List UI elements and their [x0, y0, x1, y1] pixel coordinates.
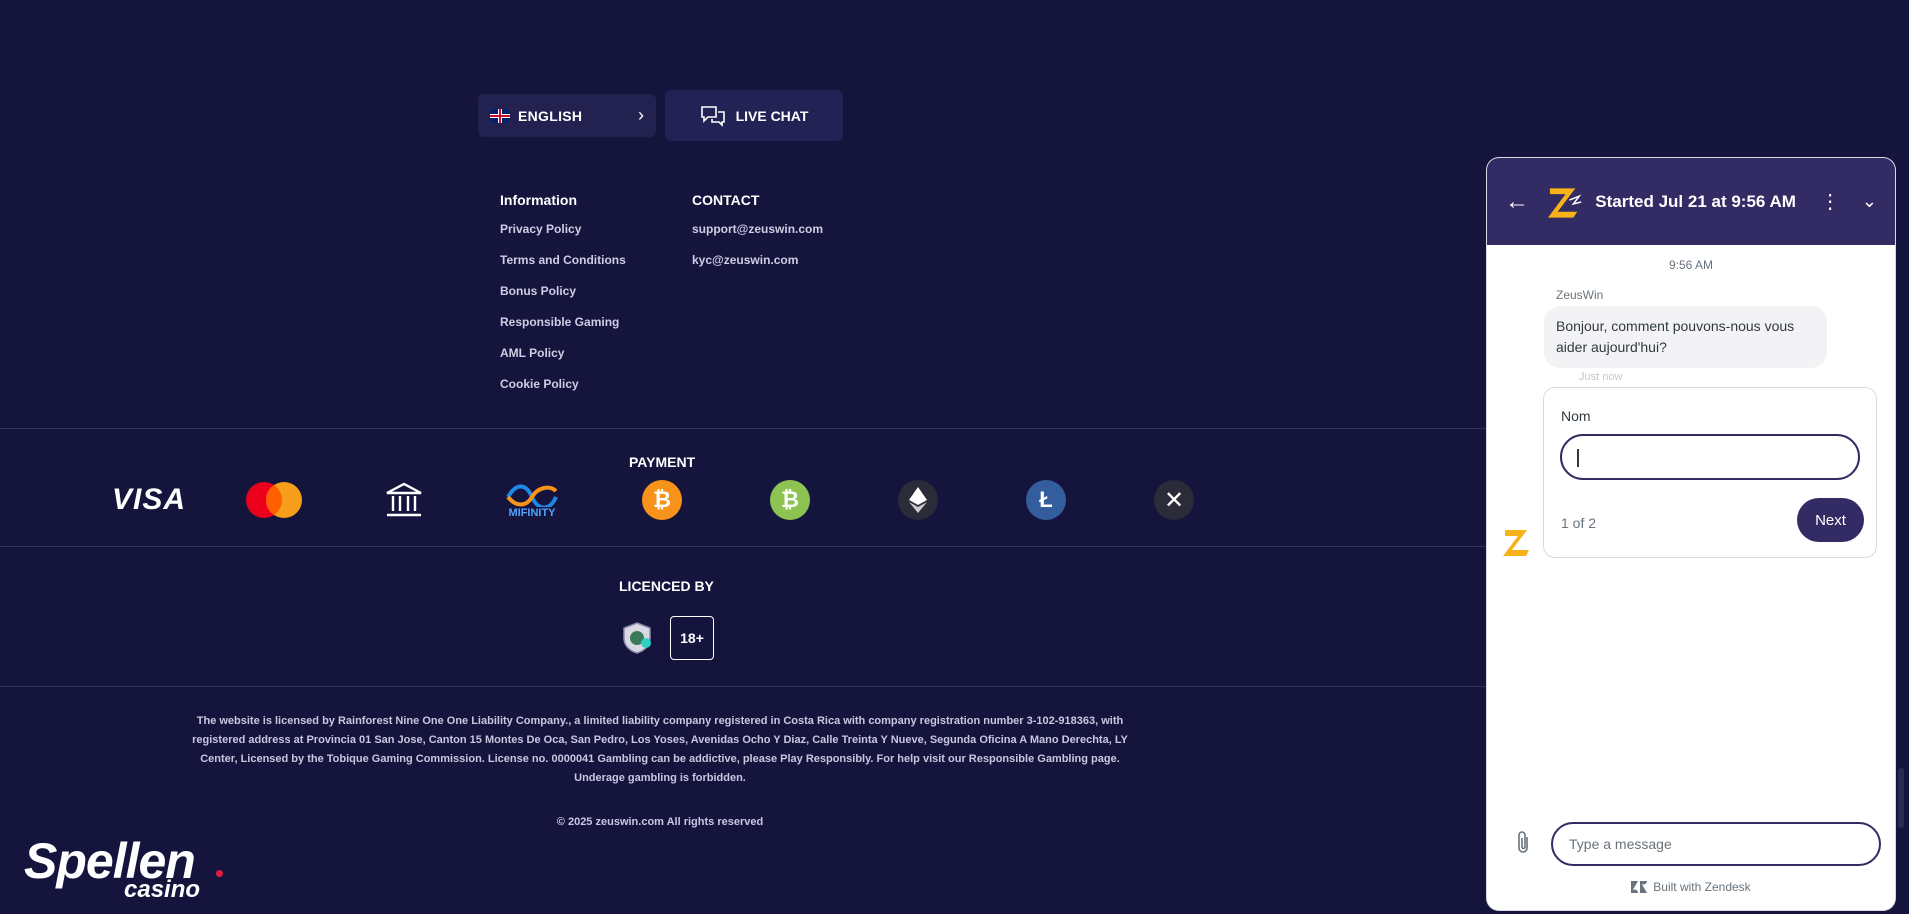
mastercard-logo [242, 478, 306, 522]
spellen-casino-logo: Spellen casino [24, 832, 234, 903]
message-age: Just now [1579, 371, 1623, 383]
bonus-policy-link[interactable]: Bonus Policy [500, 284, 626, 315]
payment-heading: PAYMENT [629, 454, 696, 470]
zendesk-icon [1631, 881, 1648, 893]
legal-disclaimer: The website is licensed by Rainforest Ni… [192, 715, 1128, 784]
paperclip-icon[interactable] [1513, 830, 1533, 856]
payment-methods: VISA MIFINITY ₿ ₿ Ł ✕ [100, 478, 1210, 522]
footer-page: ENGLISH › LIVE CHAT Information Privacy … [0, 0, 1909, 914]
privacy-policy-link[interactable]: Privacy Policy [500, 222, 626, 253]
text-caret [1577, 449, 1579, 467]
kyc-email-link[interactable]: kyc@zeuswin.com [692, 253, 823, 284]
zeuswin-logo-icon [1548, 187, 1582, 218]
next-button[interactable]: Next [1797, 498, 1864, 542]
chevron-right-icon: › [638, 105, 644, 125]
contact-heading: CONTACT [692, 192, 760, 208]
more-options-icon[interactable]: ⋮ [1818, 189, 1841, 214]
contact-column: CONTACT support@zeuswin.com kyc@zeuswin.… [692, 192, 823, 284]
ripple-logo: ✕ [1152, 478, 1196, 522]
mifinity-logo: MIFINITY [500, 478, 564, 522]
chat-title: Started Jul 21 at 9:56 AM [1595, 191, 1796, 211]
age-restriction-badge: 18+ [670, 616, 714, 660]
support-email-link[interactable]: support@zeuswin.com [692, 222, 823, 253]
language-label: ENGLISH [518, 107, 583, 124]
bitcoin-logo: ₿ [640, 478, 684, 522]
chat-bubbles-icon [700, 105, 725, 127]
back-arrow-icon[interactable]: ← [1505, 188, 1538, 216]
message-sender: ZeusWin [1556, 288, 1604, 302]
chat-header: ← Started Jul 21 at 9:56 AM ⋮ ⌄ [1487, 158, 1895, 245]
agent-avatar-icon [1503, 530, 1529, 556]
uk-flag-icon [490, 108, 510, 123]
logo-dot-icon [216, 870, 223, 877]
agent-message-bubble: Bonjour, comment pouvons-nous vous aider… [1544, 306, 1827, 368]
divider [0, 546, 1500, 547]
cookie-policy-link[interactable]: Cookie Policy [500, 377, 626, 408]
logo-sub-text: casino [124, 876, 201, 903]
message-input[interactable] [1551, 822, 1881, 866]
live-chat-button[interactable]: LIVE CHAT [665, 90, 843, 141]
page-scrollbar[interactable] [1898, 768, 1904, 828]
bitcoin-cash-logo: ₿ [768, 478, 812, 522]
information-column: Information Privacy Policy Terms and Con… [500, 192, 626, 408]
litecoin-logo: Ł [1024, 478, 1068, 522]
zendesk-attribution[interactable]: Built with Zendesk [1487, 880, 1895, 894]
information-heading: Information [500, 192, 577, 208]
aml-policy-link[interactable]: AML Policy [500, 346, 626, 377]
licence-badges: 18+ [620, 616, 714, 660]
responsible-gaming-link[interactable]: Responsible Gaming [500, 315, 626, 346]
form-step-indicator: 1 of 2 [1561, 515, 1597, 531]
visa-logo: VISA [111, 483, 187, 516]
chat-widget: ← Started Jul 21 at 9:56 AM ⋮ ⌄ 9:56 AM … [1487, 158, 1895, 910]
licence-heading: LICENCED BY [619, 578, 714, 594]
chevron-down-icon[interactable]: ⌄ [1862, 191, 1877, 212]
language-selector-button[interactable]: ENGLISH › [478, 94, 656, 137]
mifinity-label: MIFINITY [508, 507, 556, 519]
copyright-text: © 2025 zeuswin.com All rights reserved [556, 816, 764, 828]
live-chat-label: LIVE CHAT [735, 107, 809, 124]
name-field-label: Nom [1561, 408, 1591, 424]
divider [0, 428, 1500, 429]
gaming-commission-seal-icon [623, 622, 651, 654]
message-timestamp: 9:56 AM [1668, 258, 1714, 272]
zendesk-attribution-label: Built with Zendesk [1653, 880, 1751, 894]
terms-link[interactable]: Terms and Conditions [500, 253, 626, 284]
ethereum-logo [896, 478, 940, 522]
name-input[interactable] [1560, 434, 1860, 480]
name-form-card: Nom 1 of 2 Next [1543, 387, 1877, 558]
divider [0, 686, 1500, 687]
bank-icon [382, 478, 426, 522]
